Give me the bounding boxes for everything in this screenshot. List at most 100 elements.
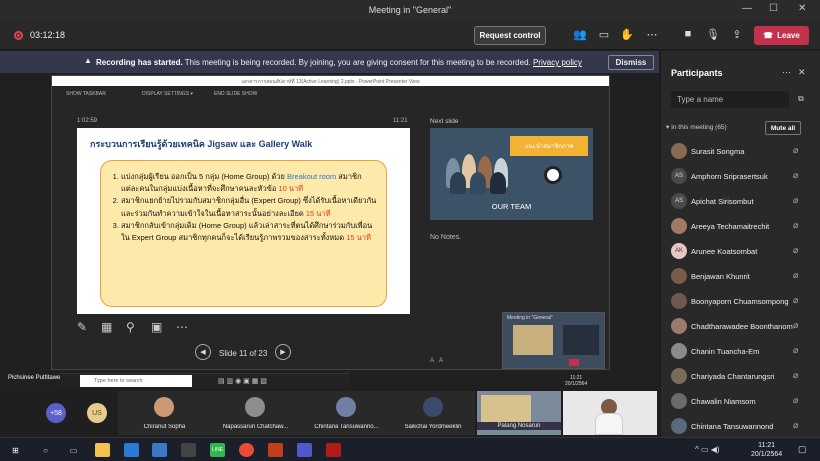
pen-icon[interactable]: ✎ (77, 320, 87, 334)
meeting-toolbar: 03:12:18 Request control 👥 ▭ ✋ ⋯ ■ 🎙 ⇪ ☎… (0, 20, 820, 50)
dismiss-button[interactable]: Dismiss (608, 55, 654, 70)
minimize-icon[interactable]: — (742, 3, 752, 14)
avatar (336, 397, 356, 417)
presenter-view-window: เอกสารการสอนสัปดาห์ที่ 13(Active Learnin… (51, 75, 610, 370)
participant-row[interactable]: AK Arunee Koatsombat ⌀ (671, 241, 811, 261)
inner-clock-date: 20/1/2564 (565, 381, 588, 387)
acrobat-icon[interactable] (326, 443, 341, 457)
edge-icon[interactable] (124, 443, 139, 457)
mail-icon[interactable] (152, 443, 167, 457)
participant-search-input[interactable]: Type a name (671, 91, 789, 108)
share-invite-icon[interactable]: ⧉ (798, 94, 804, 104)
prev-slide-button[interactable]: ◀ (195, 344, 211, 360)
powerpoint-icon[interactable] (268, 443, 283, 457)
taskbar-time: 11:21 (758, 442, 776, 449)
end-slide-show-item[interactable]: END SLIDE SHOW (214, 91, 257, 97)
video-tile[interactable]: Chiranut Sopha (118, 391, 211, 435)
black-screen-icon[interactable]: ▣ (151, 320, 162, 334)
participant-name: Amphorn Sriprasertsuk (691, 172, 768, 181)
participant-row[interactable]: Chintana Tansuwannond ⌀ (671, 416, 811, 436)
more-participants-badge[interactable]: +58 (46, 403, 66, 423)
mic-off-icon[interactable]: 🎙 (706, 28, 720, 41)
mic-muted-icon: ⌀ (793, 295, 799, 305)
participant-row[interactable]: Chanin Tuancha-Em ⌀ (671, 341, 811, 361)
participant-row[interactable]: Chadtharawadee Boonthanom ⌀ (671, 316, 811, 336)
raise-hand-icon[interactable]: ✋ (620, 28, 634, 41)
see-all-slides-icon[interactable]: ▦ (101, 320, 112, 334)
zoom-icon[interactable]: ⚲ (126, 320, 135, 334)
tile-name: Chiranut Sopha (143, 424, 186, 430)
next-slide-button[interactable]: ▶ (275, 344, 291, 360)
avatar (671, 418, 687, 434)
participant-name: Surasit Songma (691, 147, 745, 156)
privacy-policy-link[interactable]: Privacy policy (533, 58, 582, 67)
person-figure (450, 172, 466, 194)
notification-icon[interactable]: ▢ (798, 444, 807, 455)
chat-icon[interactable]: ▭ (597, 28, 611, 41)
close-panel-icon[interactable]: ✕ (798, 67, 806, 78)
mini-video-thumb (563, 325, 599, 355)
leave-button[interactable]: ☎ Leave (754, 26, 809, 45)
avatar[interactable]: US (87, 403, 107, 423)
participant-row[interactable]: AS Apichat Sirisombut ⌀ (671, 191, 811, 211)
avatar (671, 393, 687, 409)
line-icon[interactable]: LINE (210, 443, 225, 457)
avatar (154, 397, 174, 417)
avatar (671, 318, 687, 334)
taskbar-clock[interactable]: 11:21 20/1/2564 (751, 441, 782, 459)
window-title-bar: Meeting in "General" — ☐ ✕ (0, 0, 820, 20)
notes-font-icons[interactable]: A A (430, 358, 443, 364)
next-slide-preview[interactable]: แนะนำสมาชิกภาพ OUR TEAM (430, 128, 593, 220)
tile-name: Saikchai Yordmeeklin (404, 424, 462, 430)
store-icon[interactable] (181, 443, 196, 457)
leave-label: Leave (777, 31, 800, 40)
participant-row[interactable]: Chawalin Niamsom ⌀ (671, 391, 811, 411)
avatar: AK (671, 243, 687, 259)
participant-row[interactable]: Chariyada Chantarungsri ⌀ (671, 366, 811, 386)
participant-row[interactable]: Surasit Songma ⌀ (671, 141, 811, 161)
search-icon[interactable]: ○ (38, 443, 53, 457)
participant-row[interactable]: AS Amphorn Sriprasertsuk ⌀ (671, 166, 811, 186)
display-settings-item[interactable]: DISPLAY SETTINGS ▾ (142, 91, 193, 97)
self-video-tile[interactable] (563, 391, 657, 435)
teams-icon[interactable] (297, 443, 312, 457)
notes-text: No Notes. (430, 234, 462, 241)
mic-muted-icon: ⌀ (793, 395, 799, 405)
share-screen-icon[interactable]: ⇪ (730, 28, 744, 41)
participant-name: Arunee Koatsombat (691, 247, 758, 256)
more-icon[interactable]: ⋯ (782, 67, 791, 78)
camera-icon[interactable]: ■ (681, 28, 695, 40)
mic-muted-icon: ⌀ (793, 195, 799, 205)
more-options-icon[interactable]: ⋯ (176, 320, 188, 334)
in-meeting-section[interactable]: ▾ In this meeting (65) (666, 123, 727, 131)
system-tray-icons[interactable]: ^ ▭ ◀) (695, 445, 720, 454)
slide-item-1: แบ่งกลุ่มผู้เรียน ออกเป็น 5 กลุ่ม (Home … (121, 171, 378, 195)
windows-start-icon[interactable]: ⊞ (8, 443, 23, 457)
presenter-menu: SHOW TASKBAR DISPLAY SETTINGS ▾ END SLID… (52, 86, 609, 100)
video-tile[interactable]: Napassarun Chatchaw... (209, 391, 302, 435)
request-control-button[interactable]: Request control (474, 26, 546, 45)
chrome-icon[interactable] (239, 443, 254, 457)
participant-row[interactable]: Benjawan Khunrit ⌀ (671, 266, 811, 286)
tile-name: Palang Nosarun (477, 422, 561, 430)
participant-name: Chanin Tuancha-Em (691, 347, 760, 356)
banner-message: This meeting is being recorded. By joini… (184, 58, 531, 67)
person-figure (490, 172, 506, 194)
video-tile[interactable]: Saikchai Yordmeeklin (391, 391, 475, 435)
close-icon[interactable]: ✕ (798, 3, 806, 14)
tile-name: Napassarun Chatchaw... (222, 424, 289, 430)
file-explorer-icon[interactable] (95, 443, 110, 457)
participant-row[interactable]: Boonyaporn Chuamsompong ⌀ (671, 291, 811, 311)
participants-icon[interactable]: 👥 (573, 28, 587, 41)
task-view-icon[interactable]: ▭ (66, 443, 81, 457)
video-tile[interactable]: Palang Nosarun (477, 391, 561, 435)
mute-all-button[interactable]: Mute all (765, 121, 801, 135)
avatar (423, 397, 443, 417)
video-tile[interactable]: Chintana Tansuwanno... (300, 391, 393, 435)
maximize-icon[interactable]: ☐ (769, 3, 778, 14)
presenter-window-title: เอกสารการสอนสัปดาห์ที่ 13(Active Learnin… (52, 76, 609, 86)
slide-item-3: สมาชิกกลับเข้ากลุ่มเดิม (Home Group) แล้… (121, 220, 378, 244)
show-taskbar-item[interactable]: SHOW TASKBAR (66, 91, 106, 97)
more-actions-icon[interactable]: ⋯ (645, 28, 659, 41)
participant-row[interactable]: Areeya Techamaitrechit ⌀ (671, 216, 811, 236)
